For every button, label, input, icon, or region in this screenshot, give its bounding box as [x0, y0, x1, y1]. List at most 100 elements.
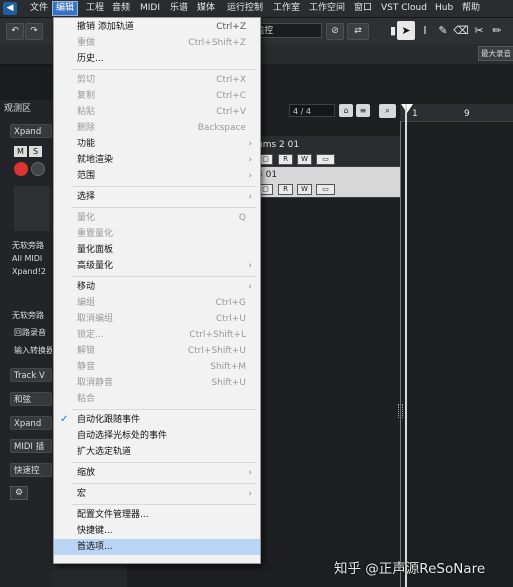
pointer-tool-icon[interactable]: ➤: [397, 21, 415, 40]
section-midi-inserts[interactable]: MIDI 插: [10, 439, 52, 453]
menu-score[interactable]: 乐谱: [167, 2, 191, 15]
menu-item-label: 静音: [77, 362, 96, 372]
section-quick-controls[interactable]: 快速控: [10, 463, 52, 477]
return-record-label[interactable]: 回路录音: [14, 327, 46, 338]
range-tool-icon[interactable]: I: [416, 21, 434, 40]
draw-tool-icon[interactable]: ✎: [434, 21, 452, 40]
menu-item-shortcut: Q: [238, 213, 246, 223]
menu-item-label: 就地渲染: [77, 155, 114, 165]
edit-menu-item[interactable]: 量化面板: [54, 242, 260, 258]
menu-hub[interactable]: Hub: [432, 2, 456, 15]
menu-item-label: 范围: [77, 171, 96, 181]
edit-menu-item[interactable]: 快捷键...: [54, 523, 260, 539]
edit-menu-item[interactable]: 移动 ›: [54, 279, 260, 295]
split-tool-icon[interactable]: ✂: [470, 21, 488, 40]
track-read-button[interactable]: R: [278, 184, 293, 195]
edit-menu-item[interactable]: 取消静音 Shift+U: [54, 375, 260, 391]
section-instrument[interactable]: Xpand: [10, 416, 52, 430]
edit-menu-item[interactable]: 粘合: [54, 391, 260, 407]
monitor-select[interactable]: 监控: [252, 23, 322, 38]
edit-menu-item[interactable]: 粘贴 Ctrl+V: [54, 104, 260, 120]
list-icon[interactable]: ≡: [356, 104, 370, 117]
menu-separator: [72, 207, 256, 208]
edit-menu-item[interactable]: 扩大选定轨道: [54, 444, 260, 460]
edit-menu-item[interactable]: 撤销 添加轨道 Ctrl+Z: [54, 19, 260, 35]
time-signature[interactable]: 4 / 4: [289, 104, 335, 117]
menu-window[interactable]: 窗口: [351, 2, 375, 15]
menu-help[interactable]: 帮助: [459, 2, 483, 15]
monitor-icon[interactable]: [31, 162, 45, 176]
mute-button[interactable]: M: [14, 146, 27, 157]
record-enable-icon[interactable]: [14, 162, 28, 176]
project-cursor-line: [400, 121, 401, 587]
menu-item-label: 锁定...: [77, 330, 104, 340]
instrument-output[interactable]: Xpand!2: [12, 267, 46, 276]
redo-icon[interactable]: ↷: [25, 23, 43, 40]
glue-tool-icon[interactable]: ✏: [488, 21, 506, 40]
edit-menu-item[interactable]: 缩放 ›: [54, 465, 260, 481]
menu-item-shortcut: Ctrl+G: [215, 298, 246, 308]
edit-menu-item[interactable]: 复制 Ctrl+C: [54, 88, 260, 104]
edit-menu-item[interactable]: 高级量化 ›: [54, 258, 260, 274]
gear-icon[interactable]: ⚙: [10, 486, 28, 500]
edit-menu-item[interactable]: 重做 Ctrl+Shift+Z: [54, 35, 260, 51]
edit-menu-item[interactable]: 解锁 Ctrl+Shift+U: [54, 343, 260, 359]
constrain-icon[interactable]: ⊘: [326, 23, 344, 40]
menu-item-shortcut: Ctrl+C: [216, 91, 246, 101]
edit-menu-item[interactable]: 就地渲染 ›: [54, 152, 260, 168]
edit-menu-item[interactable]: 静音 Shift+M: [54, 359, 260, 375]
track-edit-icon[interactable]: ▭: [316, 184, 335, 195]
edit-menu-item[interactable]: 锁定... Ctrl+Shift+L: [54, 327, 260, 343]
edit-menu-item[interactable]: 删除 Backspace: [54, 120, 260, 136]
track-write-button[interactable]: W: [297, 184, 312, 195]
edit-menu-item[interactable]: ✓ 自动化跟随事件: [54, 412, 260, 428]
edit-menu-item[interactable]: 首选项...: [54, 539, 260, 555]
erase-tool-icon[interactable]: ⌫: [452, 21, 470, 40]
input-routing[interactable]: 无软旁路: [12, 240, 44, 251]
menu-item-shortcut: Shift+U: [211, 378, 246, 388]
midi-input[interactable]: All MIDI: [12, 254, 42, 263]
edit-menu-item[interactable]: 配置文件管理器...: [54, 507, 260, 523]
automation-mode-icon[interactable]: ⇄: [347, 23, 369, 40]
submenu-arrow-icon: ›: [248, 261, 252, 271]
inspector-controls: [14, 186, 50, 231]
playhead-marker-icon[interactable]: [401, 104, 413, 113]
inspector-track-header[interactable]: Xpand: [10, 124, 52, 138]
edit-menu-item[interactable]: 自动选择光标处的事件: [54, 428, 260, 444]
menu-midi[interactable]: MIDI: [137, 2, 163, 15]
max-record-button[interactable]: 最大录音: [478, 46, 513, 61]
track-read-button[interactable]: R: [278, 154, 293, 165]
edit-menu-item[interactable]: 取消编组 Ctrl+U: [54, 311, 260, 327]
track-edit-icon[interactable]: ▭: [316, 154, 335, 165]
menu-item-label: 移动: [77, 282, 96, 292]
menu-studio[interactable]: 工作室: [270, 2, 303, 15]
bypass-label[interactable]: 无软旁路: [12, 310, 44, 321]
edit-menu-item[interactable]: 量化 Q: [54, 210, 260, 226]
cubase-logo-icon[interactable]: ◀: [3, 2, 17, 15]
menu-project[interactable]: 工程: [83, 2, 107, 15]
input-transformer-label[interactable]: 输入转换器: [14, 345, 54, 356]
edit-menu-item[interactable]: 剪切 Ctrl+X: [54, 72, 260, 88]
edit-menu-item[interactable]: 功能 ›: [54, 136, 260, 152]
splitter-handle[interactable]: [398, 404, 403, 418]
edit-menu-item[interactable]: 历史...: [54, 51, 260, 67]
solo-button[interactable]: S: [29, 146, 42, 157]
section-track-versions[interactable]: Track V: [10, 368, 52, 382]
menu-edit[interactable]: 编辑: [51, 1, 79, 16]
menu-audio[interactable]: 音频: [109, 2, 133, 15]
menu-vst-cloud[interactable]: VST Cloud: [378, 2, 430, 15]
menu-file[interactable]: 文件: [27, 2, 51, 15]
edit-menu-item[interactable]: 宏 ›: [54, 486, 260, 502]
undo-icon[interactable]: ↶: [6, 23, 24, 40]
menu-media[interactable]: 媒体: [194, 2, 218, 15]
edit-menu-item[interactable]: 范围 ›: [54, 168, 260, 184]
track-write-button[interactable]: W: [297, 154, 312, 165]
edit-menu-item[interactable]: 重置量化: [54, 226, 260, 242]
menu-transport[interactable]: 运行控制: [224, 2, 266, 15]
edit-menu-item[interactable]: 选择 ›: [54, 189, 260, 205]
menu-workspaces[interactable]: 工作空间: [306, 2, 348, 15]
section-chords[interactable]: 和弦: [10, 392, 52, 406]
home-icon[interactable]: ⌂: [339, 104, 353, 117]
edit-menu-item[interactable]: 编组 Ctrl+G: [54, 295, 260, 311]
search-icon[interactable]: ⌕: [379, 104, 396, 118]
